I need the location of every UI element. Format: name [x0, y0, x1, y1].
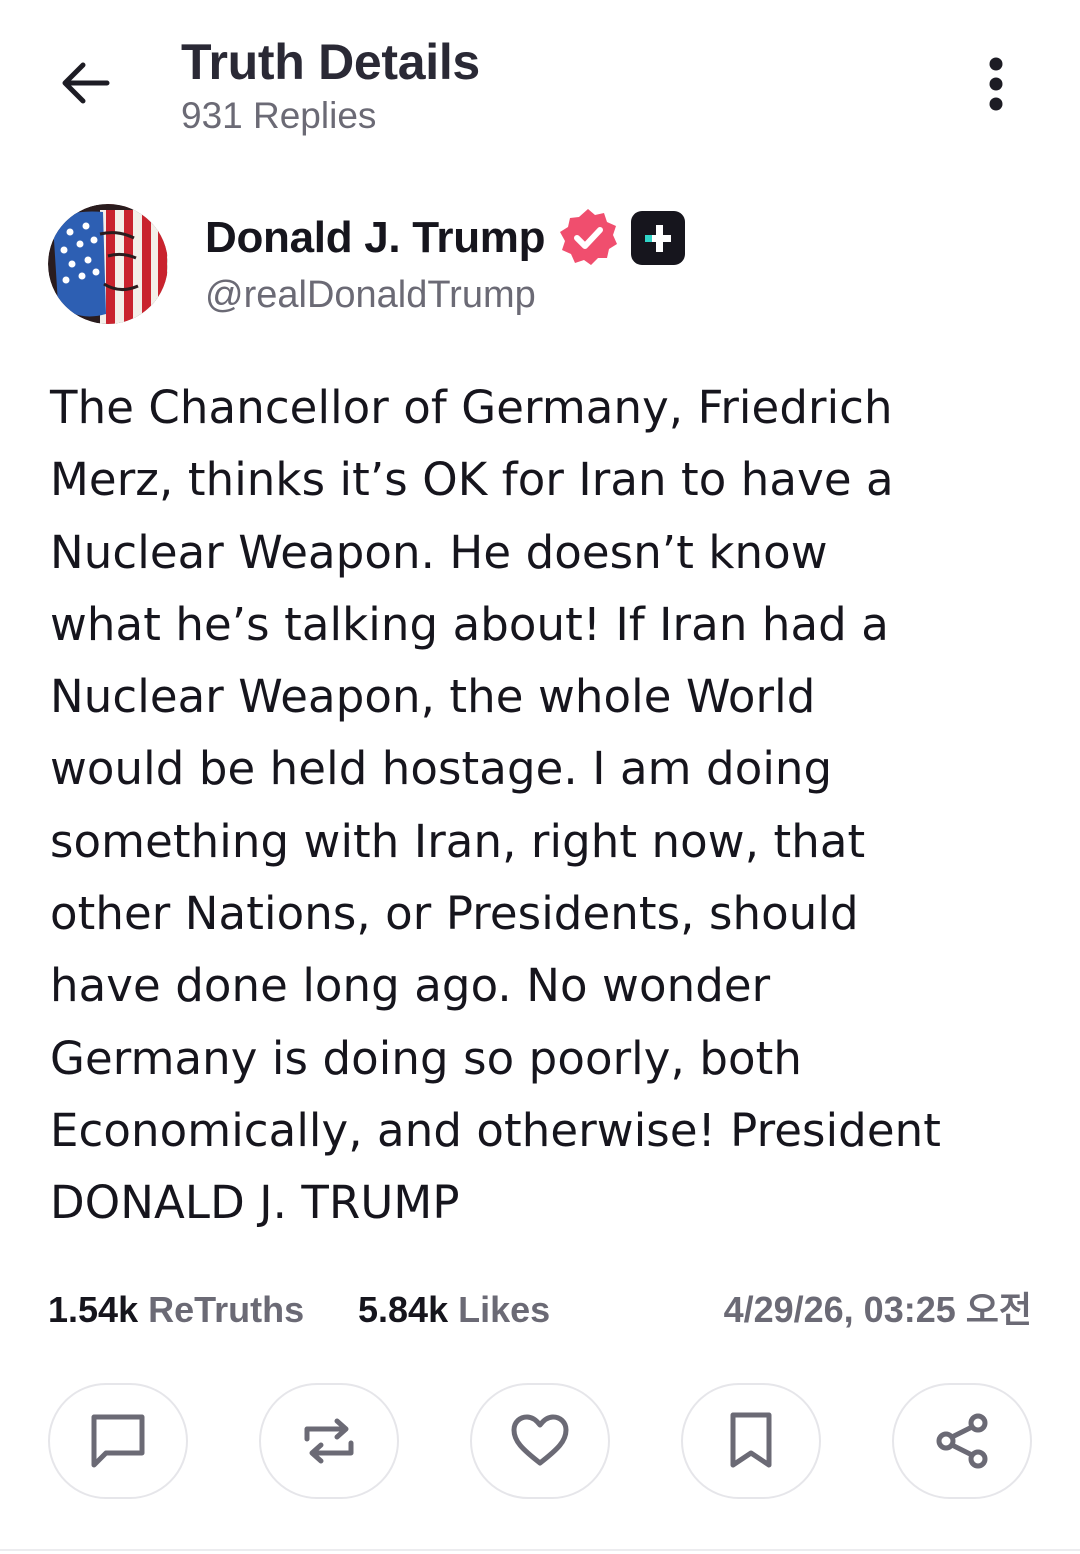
back-button[interactable]: [52, 50, 118, 116]
share-button[interactable]: [892, 1383, 1032, 1499]
plus-icon: [631, 211, 686, 265]
top-bar: Truth Details 931 Replies: [0, 0, 1080, 160]
action-bar: [48, 1383, 1032, 1503]
share-icon: [936, 1413, 988, 1469]
replies-count[interactable]: 931 Replies: [181, 94, 376, 138]
user-handle[interactable]: @realDonaldTrump: [205, 272, 536, 318]
divider: [0, 1549, 1080, 1551]
more-options-button[interactable]: [970, 55, 1022, 113]
author-row: Donald J. Trump @realDonaldTrump: [48, 202, 1038, 332]
likes-count: 5.84k: [358, 1289, 449, 1330]
display-name-row: Donald J. Trump: [205, 208, 687, 268]
avatar[interactable]: [48, 204, 168, 324]
more-vertical-icon: [989, 57, 1003, 111]
display-name[interactable]: Donald J. Trump: [205, 213, 546, 263]
post-text: The Chancellor of Germany, Friedrich Mer…: [50, 381, 941, 1230]
verified-badge: [557, 207, 619, 269]
retruth-icon: [304, 1418, 354, 1464]
avatar-image: [48, 204, 168, 324]
likes-label: Likes: [458, 1289, 551, 1330]
heart-icon: [511, 1414, 569, 1466]
retruths-count: 1.54k: [48, 1289, 139, 1330]
retruths-label: ReTruths: [148, 1289, 305, 1330]
reply-icon: [91, 1414, 145, 1468]
verified-check-icon: [560, 209, 618, 265]
like-button[interactable]: [470, 1383, 610, 1499]
post-stats: 1.54k ReTruths 5.84k Likes 4/29/26, 03:2…: [48, 1282, 1038, 1338]
post-timestamp: 4/29/26, 03:25 오전: [723, 1289, 1032, 1330]
truth-plus-badge: [629, 209, 687, 267]
likes-stat[interactable]: 5.84k Likes: [358, 1282, 550, 1338]
arrow-left-icon: [62, 62, 110, 104]
retruths-stat[interactable]: 1.54k ReTruths: [48, 1282, 304, 1338]
retruth-button[interactable]: [259, 1383, 399, 1499]
page-title: Truth Details: [181, 34, 480, 90]
reply-button[interactable]: [48, 1383, 188, 1499]
bookmark-icon: [730, 1412, 772, 1468]
bookmark-button[interactable]: [681, 1383, 821, 1499]
